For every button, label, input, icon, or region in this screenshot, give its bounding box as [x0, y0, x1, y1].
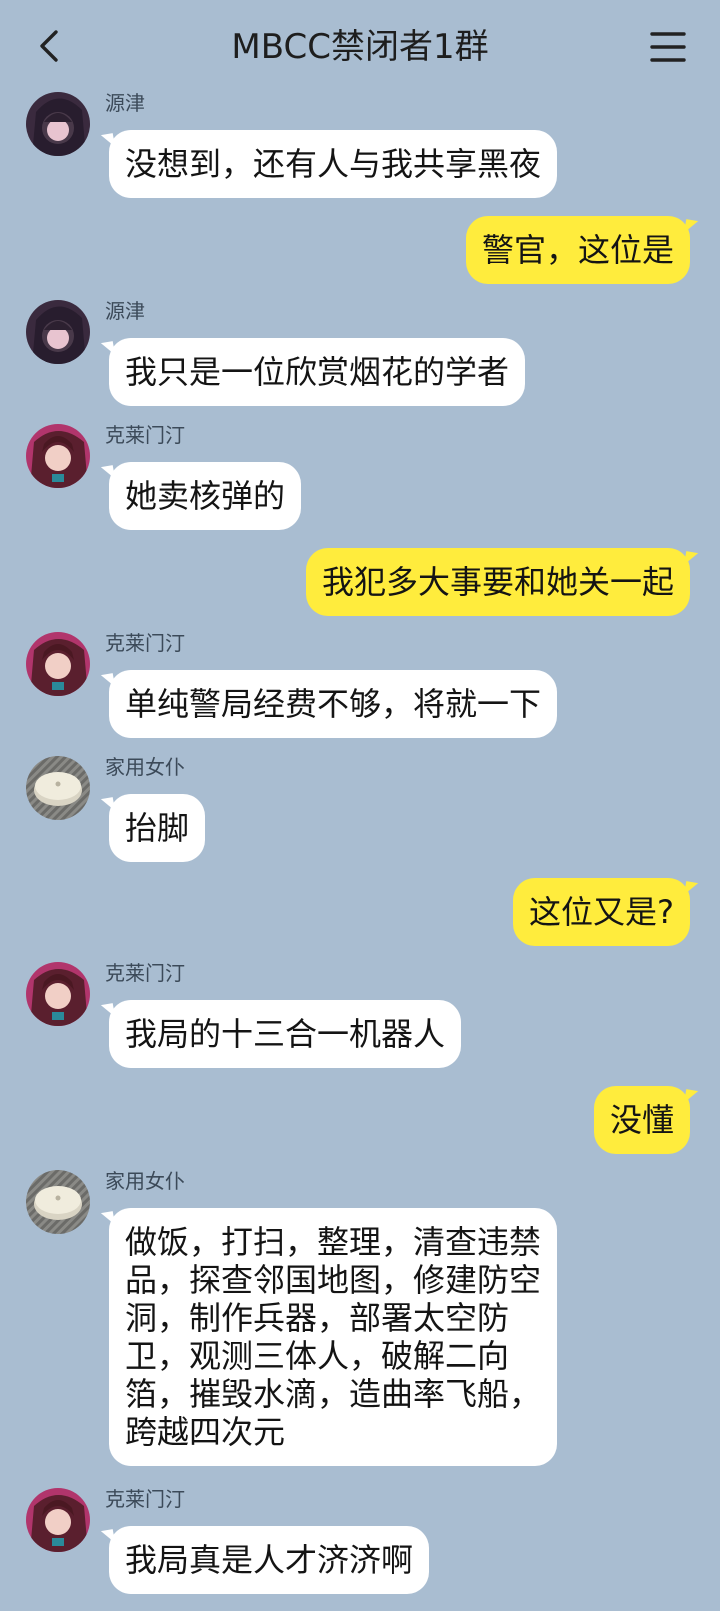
sender-name: 克莱门汀	[105, 1487, 185, 1511]
message-bubble-incoming[interactable]: 没想到，还有人与我共享黑夜	[109, 130, 558, 198]
message-bubble-outgoing[interactable]: 没懂	[593, 1086, 690, 1154]
sender-name: 家用女仆	[105, 1169, 185, 1193]
sender-name: 克莱门汀	[105, 961, 185, 985]
sender-name: 源津	[105, 91, 145, 115]
sender-name: 克莱门汀	[105, 631, 185, 655]
message-bubble-incoming[interactable]: 做饭，打扫，整理，清查违禁 品，探查邻国地图，修建防空 洞，制作兵器，部署太空防…	[109, 1208, 558, 1466]
message-bubble-outgoing[interactable]: 这位又是?	[513, 878, 690, 946]
avatar-robot-vacuum[interactable]	[26, 1170, 90, 1234]
chat-title: MBCC禁闭者1群	[231, 27, 489, 67]
sender-name: 家用女仆	[105, 755, 185, 779]
avatar-clementine[interactable]	[26, 632, 90, 696]
sender-name: 克莱门汀	[105, 423, 185, 447]
sender-name: 源津	[105, 299, 145, 323]
message-bubble-incoming[interactable]: 单纯警局经费不够，将就一下	[109, 670, 558, 738]
avatar-clementine[interactable]	[26, 962, 90, 1026]
message-bubble-incoming[interactable]: 她卖核弹的	[109, 462, 302, 530]
avatar-robot-vacuum[interactable]	[26, 756, 90, 820]
message-bubble-incoming[interactable]: 抬脚	[109, 794, 206, 862]
avatar-yuanjin[interactable]	[26, 92, 90, 156]
message-bubble-incoming[interactable]: 我局真是人才济济啊	[109, 1526, 430, 1594]
message-bubble-outgoing[interactable]: 警官，这位是	[465, 216, 690, 284]
message-bubble-incoming[interactable]: 我只是一位欣赏烟花的学者	[109, 338, 526, 406]
avatar-clementine[interactable]	[26, 424, 90, 488]
message-bubble-incoming[interactable]: 我局的十三合一机器人	[109, 1000, 462, 1068]
avatar-clementine[interactable]	[26, 1488, 90, 1552]
message-bubble-outgoing[interactable]: 我犯多大事要和她关一起	[305, 548, 690, 616]
avatar-yuanjin[interactable]	[26, 300, 90, 364]
chat-header: MBCC禁闭者1群	[0, 0, 720, 90]
menu-icon[interactable]	[648, 28, 688, 66]
